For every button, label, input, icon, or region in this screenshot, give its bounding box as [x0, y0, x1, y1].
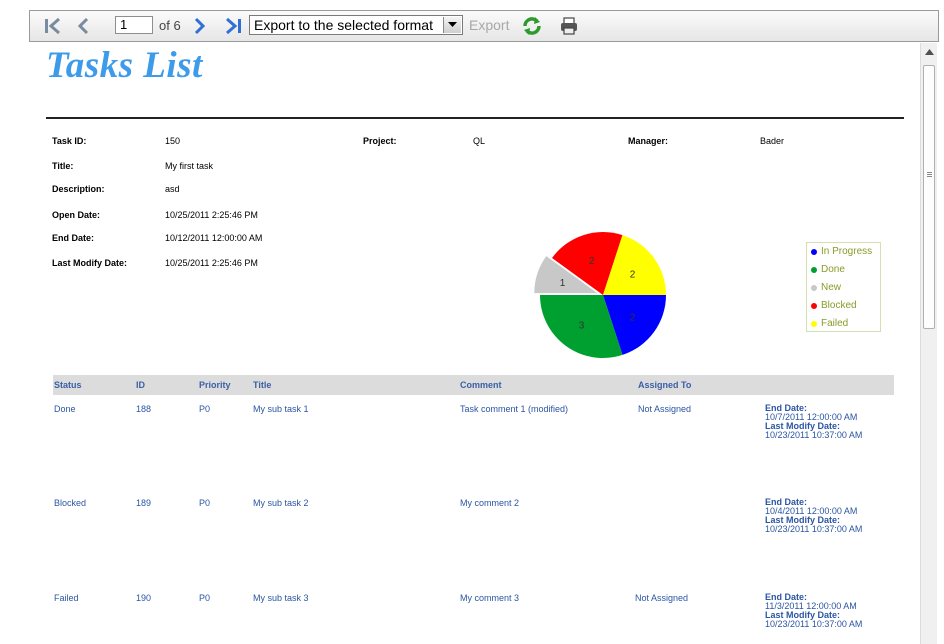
legend-marker-icon — [811, 266, 817, 273]
row-assigned: Not Assigned — [635, 593, 689, 603]
project-value: QL — [473, 136, 486, 146]
row-dates: End Date: 10/7/2011 12:00:00 AM Last Mod… — [765, 404, 862, 440]
legend-marker-icon — [811, 320, 817, 327]
row-comment: My comment 2 — [460, 498, 520, 508]
legend-item: Done — [811, 264, 845, 275]
title-value: My first task — [165, 161, 214, 171]
open-date-value: 10/25/2011 2:25:46 PM — [165, 210, 258, 220]
legend-label: New — [821, 282, 842, 293]
task-id-label: Task ID: — [52, 136, 87, 146]
pie-slice-value-label: 2 — [630, 312, 636, 323]
column-header-priority: Priority — [199, 380, 231, 390]
manager-value: Bader — [760, 136, 785, 146]
row-id: 189 — [136, 498, 152, 508]
legend-item: Blocked — [811, 300, 857, 311]
status-pie-chart: 2 3 1 2 2 — [534, 232, 666, 358]
scroll-up-arrow-icon — [924, 48, 934, 55]
row-priority: P0 — [199, 404, 211, 414]
column-header-assigned-to: Assigned To — [638, 380, 692, 390]
print-button[interactable] — [557, 14, 581, 38]
refresh-icon — [523, 17, 541, 35]
scroll-up-button[interactable] — [921, 43, 937, 60]
scrollbar-thumb[interactable] — [923, 65, 935, 329]
first-page-button[interactable] — [42, 16, 64, 36]
column-header-title: Title — [253, 380, 272, 390]
dropdown-arrow-icon — [443, 17, 461, 33]
end-date-label: End Date: — [52, 233, 95, 243]
description-label: Description: — [52, 184, 105, 194]
printer-icon — [561, 17, 577, 35]
row-last-modify: 10/23/2011 10:37:00 AM — [765, 619, 863, 629]
row-priority: P0 — [199, 498, 211, 508]
previous-page-button[interactable] — [74, 16, 92, 36]
pie-slice-value-label: 1 — [560, 278, 566, 289]
row-title: My sub task 2 — [253, 498, 309, 508]
subtask-table-header: Status ID Priority Title Comment Assigne… — [53, 375, 894, 395]
report-toolbar: 1 of 6 Export to the selected format Exp… — [29, 10, 939, 42]
legend-item: Failed — [811, 318, 848, 329]
chart-legend: In Progress Done New Blocked Failed — [806, 242, 881, 332]
export-format-value: Export to the selected format — [254, 17, 433, 33]
row-status: Blocked — [54, 498, 87, 508]
last-page-icon — [226, 17, 241, 35]
row-comment: My comment 3 — [460, 593, 520, 603]
legend-item: New — [811, 282, 841, 293]
thumb-grip — [927, 172, 932, 173]
task-id-value: 150 — [165, 136, 181, 146]
first-page-icon — [45, 17, 60, 35]
report-title: Tasks List — [46, 45, 203, 86]
manager-label: Manager: — [628, 136, 669, 146]
legend-label: Failed — [821, 318, 849, 329]
row-priority: P0 — [199, 593, 211, 603]
previous-page-icon — [77, 17, 89, 35]
title-divider — [46, 117, 904, 119]
legend-label: In Progress — [821, 246, 873, 257]
row-assigned: Not Assigned — [638, 404, 692, 414]
row-title: My sub task 3 — [253, 593, 309, 603]
row-title: My sub task 1 — [253, 404, 309, 414]
row-status: Done — [54, 404, 76, 414]
last-modify-value: 10/25/2011 2:25:46 PM — [165, 258, 258, 268]
row-id: 190 — [136, 593, 152, 603]
next-page-button[interactable] — [191, 16, 209, 36]
next-page-icon — [194, 17, 206, 35]
legend-item: In Progress — [811, 246, 872, 257]
row-dates: End Date: 11/3/2011 12:00:00 AM Last Mod… — [765, 593, 862, 629]
thumb-grip — [927, 174, 932, 175]
legend-label: Done — [821, 264, 845, 275]
row-last-modify: 10/23/2011 10:37:00 AM — [765, 430, 863, 440]
description-value: asd — [165, 184, 180, 194]
legend-label: Blocked — [821, 300, 857, 311]
column-header-id: ID — [136, 380, 145, 390]
refresh-button[interactable] — [520, 14, 544, 38]
last-page-button[interactable] — [223, 16, 245, 36]
column-header-comment: Comment — [460, 380, 502, 390]
pie-slice-value-label: 2 — [630, 270, 636, 281]
row-last-modify: 10/23/2011 10:37:00 AM — [765, 524, 863, 534]
legend-marker-icon — [811, 302, 817, 309]
row-comment: Task comment 1 (modified) — [460, 404, 569, 414]
open-date-label: Open Date: — [52, 210, 101, 220]
export-format-select[interactable]: Export to the selected format — [249, 15, 463, 35]
last-modify-label: Last Modify Date: — [52, 258, 128, 268]
page-count-label: of 6 — [159, 18, 181, 33]
pie-slice-value-label: 3 — [579, 321, 585, 332]
row-status: Failed — [54, 593, 79, 603]
end-date-value: 10/12/2011 12:00:00 AM — [165, 233, 263, 243]
vertical-scrollbar[interactable] — [920, 43, 937, 644]
pie-slice-value-label: 2 — [589, 256, 595, 267]
row-id: 188 — [136, 404, 152, 414]
thumb-grip — [927, 176, 932, 177]
export-button[interactable]: Export — [469, 17, 509, 33]
row-dates: End Date: 10/4/2011 12:00:00 AM Last Mod… — [765, 498, 862, 534]
column-header-status: Status — [54, 380, 82, 390]
page-number-input[interactable]: 1 — [115, 16, 153, 34]
title-label: Title: — [52, 161, 74, 171]
legend-marker-icon — [811, 248, 817, 255]
project-label: Project: — [363, 136, 397, 146]
legend-marker-icon — [811, 284, 817, 291]
